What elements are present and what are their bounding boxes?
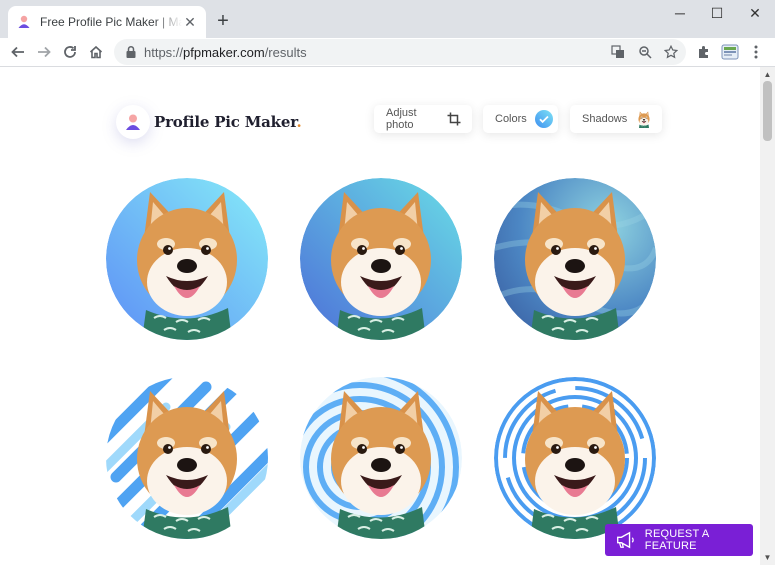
translate-icon[interactable] — [609, 43, 627, 61]
scroll-up-arrow-icon[interactable]: ▲ — [760, 67, 775, 82]
colors-button[interactable]: Colors — [483, 105, 558, 133]
url-path: /results — [264, 44, 307, 60]
bookmark-star-icon[interactable] — [662, 43, 680, 61]
scroll-thumb[interactable] — [763, 81, 772, 141]
url-scheme: https:// — [144, 44, 184, 60]
zoom-icon[interactable] — [636, 43, 654, 61]
tab-strip: Free Profile Pic Maker | Make a Profile … — [0, 0, 775, 38]
window-maximize-button[interactable]: ☐ — [702, 4, 732, 22]
back-arrow-icon — [11, 46, 24, 58]
address-bar[interactable]: https://pfpmaker.com/results — [114, 39, 686, 65]
page-scrollbar[interactable]: ▲ ▼ — [760, 67, 775, 565]
crop-icon — [447, 110, 462, 128]
menu-button[interactable] — [744, 40, 768, 64]
profile-button[interactable] — [718, 40, 742, 64]
url-host: pfpmaker.com — [183, 44, 265, 60]
forward-arrow-icon — [38, 46, 51, 58]
tab-close-icon[interactable]: ✕ — [182, 14, 198, 30]
brand-name: Profile Pic Maker. — [154, 113, 302, 131]
new-tab-button[interactable]: + — [213, 10, 233, 32]
colors-label: Colors — [495, 113, 527, 125]
lock-icon — [126, 45, 136, 58]
scroll-down-arrow-icon[interactable]: ▼ — [760, 550, 775, 565]
browser-toolbar: https://pfpmaker.com/results — [0, 38, 775, 66]
window-close-button[interactable]: ✕ — [740, 4, 770, 22]
adjust-photo-label: Adjust photo — [386, 107, 417, 131]
home-button[interactable] — [84, 40, 108, 64]
megaphone-icon — [617, 531, 634, 549]
result-pic-gradient-blue[interactable] — [106, 178, 268, 340]
request-feature-button[interactable]: REQUEST A FEATURE — [605, 524, 753, 556]
brand-logo-link[interactable]: Profile Pic Maker. — [116, 105, 302, 139]
shadows-button[interactable]: Shadows — [570, 105, 662, 133]
kebab-menu-icon — [754, 45, 758, 59]
reload-icon — [64, 46, 76, 58]
page-viewport: Profile Pic Maker. Adjust photo Colors S… — [0, 67, 760, 565]
user-avatar-icon — [126, 114, 140, 130]
tab-title: Free Profile Pic Maker | Make a Profile … — [40, 15, 182, 29]
site-favicon-icon — [18, 15, 30, 28]
result-pic-gradient-teal[interactable] — [300, 178, 462, 340]
request-feature-label: REQUEST A FEATURE — [644, 528, 709, 552]
back-button[interactable] — [6, 40, 30, 64]
brand-dot: . — [296, 113, 302, 131]
extensions-button[interactable] — [692, 40, 716, 64]
result-pic-textured-blue[interactable] — [494, 178, 656, 340]
url-text: https://pfpmaker.com/results — [144, 45, 307, 60]
browser-tab[interactable]: Free Profile Pic Maker | Make a Profile … — [8, 6, 206, 38]
adjust-photo-button[interactable]: Adjust photo — [374, 105, 472, 133]
profile-avatar-icon — [721, 44, 739, 60]
shadows-label: Shadows — [582, 113, 628, 125]
window-minimize-button[interactable]: ─ — [665, 4, 695, 22]
result-pic-concentric-rings[interactable] — [494, 377, 656, 539]
puzzle-icon — [699, 46, 708, 58]
home-icon — [89, 45, 103, 59]
dog-thumbnail-icon — [635, 110, 653, 129]
result-pic-fingerprint-swirl[interactable] — [300, 377, 462, 539]
brand-logo — [116, 105, 150, 139]
result-pic-diagonal-stripes[interactable] — [106, 377, 268, 539]
check-circle-icon — [534, 110, 553, 128]
reload-button[interactable] — [58, 40, 82, 64]
forward-button[interactable] — [32, 40, 56, 64]
brand-name-text: Profile Pic Maker — [154, 113, 297, 131]
